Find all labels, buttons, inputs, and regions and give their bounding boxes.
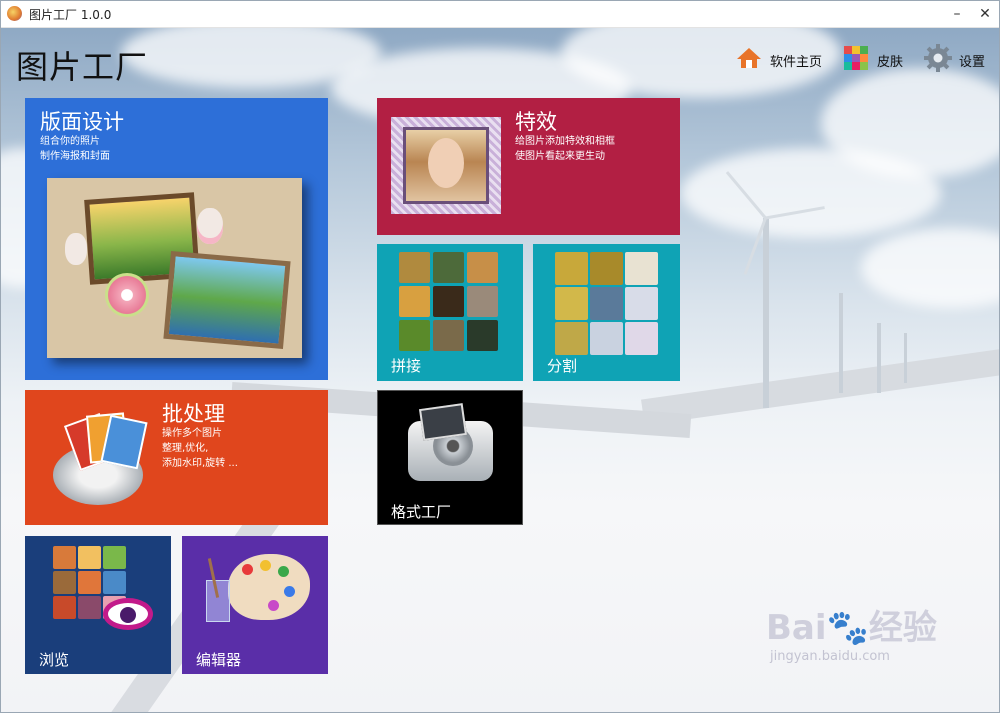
tile-collage-label: 拼接 xyxy=(391,357,422,375)
gear-photos-icon xyxy=(43,410,153,510)
app-title: 图片工厂 xyxy=(16,48,149,86)
eye-icon xyxy=(103,598,153,630)
home-icon xyxy=(737,48,761,68)
tile-format-factory[interactable]: 格式工厂 xyxy=(377,390,523,525)
tile-effects[interactable]: 特效 给图片添加特效和相框 使图片看起来更生动 xyxy=(377,98,680,235)
homepage-button[interactable]: 软件主页 xyxy=(736,44,824,74)
app-window: 图片工厂 1.0.0 – ✕ 图片工厂 软件主页 皮肤 设置 版面设计 组合你的… xyxy=(0,0,1000,713)
scrapbook-image xyxy=(47,178,302,358)
tile-layout-desc2: 制作海报和封面 xyxy=(40,151,110,162)
tile-layout-design[interactable]: 版面设计 组合你的照片 制作海报和封面 xyxy=(25,98,328,380)
tile-collage[interactable]: 拼接 xyxy=(377,244,523,381)
tile-batch-processing[interactable]: 批处理 操作多个图片 整理,优化, 添加水印,旋转 ... xyxy=(25,390,328,525)
watermark-brand: Bai🐾经验 xyxy=(766,608,937,648)
app-logo-icon xyxy=(7,6,22,21)
collage-thumbnails xyxy=(399,252,498,351)
tile-editor[interactable]: 编辑器 xyxy=(182,536,328,674)
tile-batch-desc3: 添加水印,旋转 ... xyxy=(162,458,238,469)
title-bar[interactable]: 图片工厂 1.0.0 – ✕ xyxy=(1,1,999,28)
window-title: 图片工厂 1.0.0 xyxy=(29,8,112,22)
main-area: 图片工厂 软件主页 皮肤 设置 版面设计 组合你的照片 制作海报和封面 特效 给… xyxy=(1,28,999,712)
split-thumbnails xyxy=(555,252,658,355)
close-button[interactable]: ✕ xyxy=(974,4,996,24)
format-factory-icon xyxy=(403,401,498,486)
homepage-label: 软件主页 xyxy=(770,55,823,70)
tile-batch-desc1: 操作多个图片 xyxy=(162,428,222,439)
tile-browse[interactable]: 浏览 xyxy=(25,536,171,674)
settings-label: 设置 xyxy=(959,55,986,70)
gear-icon xyxy=(924,44,952,72)
portrait-frame-image xyxy=(391,117,501,214)
watermark-url: jingyan.baidu.com xyxy=(770,649,890,664)
tile-layout-desc1: 组合你的照片 xyxy=(40,136,100,147)
tile-effects-desc2: 使图片看起来更生动 xyxy=(515,151,605,162)
skin-button[interactable]: 皮肤 xyxy=(843,44,905,74)
tile-split-label: 分割 xyxy=(547,357,578,375)
skin-label: 皮肤 xyxy=(877,55,904,70)
tile-batch-desc2: 整理,优化, xyxy=(162,443,209,454)
baidu-watermark: Bai🐾经验 jingyan.baidu.com xyxy=(766,600,937,664)
skin-palette-icon xyxy=(844,46,868,70)
tile-layout-title: 版面设计 xyxy=(40,110,124,134)
tile-browse-label: 浏览 xyxy=(39,651,70,669)
tile-batch-title: 批处理 xyxy=(162,402,225,426)
settings-button[interactable]: 设置 xyxy=(923,44,989,74)
paint-palette-icon xyxy=(200,550,310,630)
tile-effects-desc1: 给图片添加特效和相框 xyxy=(515,136,615,147)
minimize-button[interactable]: – xyxy=(946,4,968,24)
tile-format-label: 格式工厂 xyxy=(391,503,452,521)
tile-split[interactable]: 分割 xyxy=(533,244,680,381)
tile-editor-label: 编辑器 xyxy=(196,651,242,669)
tile-effects-title: 特效 xyxy=(515,110,557,134)
